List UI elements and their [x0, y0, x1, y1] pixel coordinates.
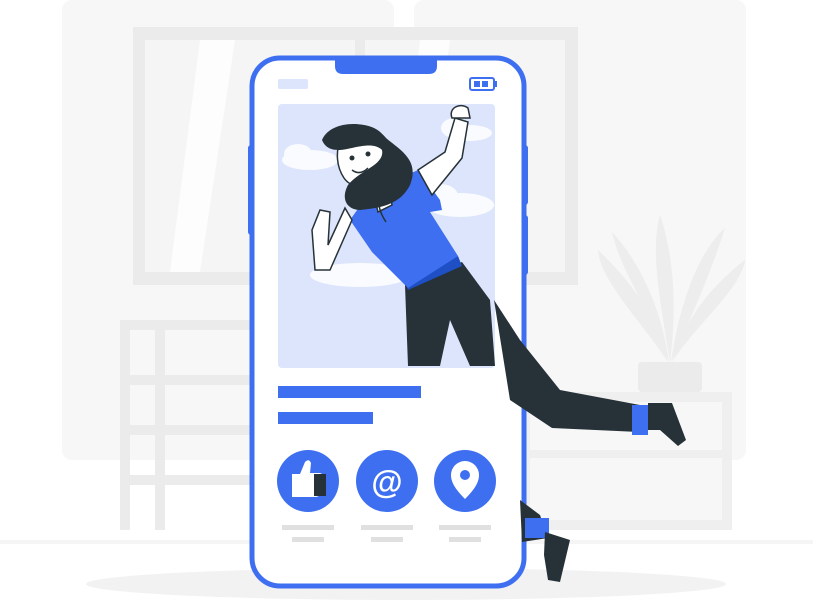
illustration: @	[0, 0, 813, 600]
caption-bar-long	[278, 386, 421, 398]
location-button[interactable]	[434, 450, 496, 512]
phone-notch	[335, 60, 437, 74]
signal-bar	[278, 79, 308, 89]
plant-pot	[638, 362, 702, 392]
caption-bar-short	[278, 412, 373, 424]
illustration-scene: @	[0, 0, 813, 606]
mention-button[interactable]: @	[356, 450, 418, 512]
at-sign-icon: @	[371, 464, 402, 500]
like-button[interactable]	[277, 450, 339, 512]
